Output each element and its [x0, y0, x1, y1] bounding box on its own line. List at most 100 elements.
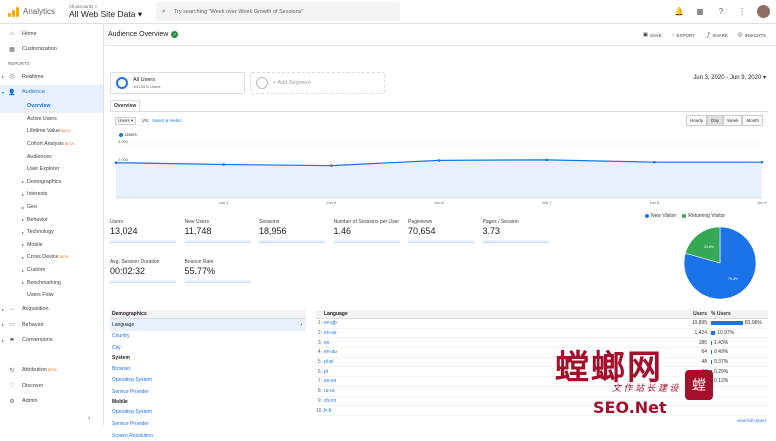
caret-right-icon: ▸	[22, 191, 25, 197]
sidebar-item-user-explorer[interactable]: User Explorer	[0, 163, 103, 176]
language-link[interactable]: zh-cn	[324, 398, 664, 404]
language-link[interactable]: pl	[324, 369, 664, 375]
apps-grid-icon[interactable]: ▦	[694, 6, 706, 18]
dimension-language[interactable]: Language ›	[110, 319, 306, 331]
person-icon: 👤	[8, 89, 16, 96]
users-line-chart: 3,0002,0001,000Jun 4Jun 5Jun 6Jun 7Jun 8…	[114, 139, 768, 205]
sidebar-item-audiences[interactable]: Audiences	[0, 150, 103, 163]
sidebar-item-realtime[interactable]: ▸ ◷ Realtime	[0, 69, 103, 85]
sidebar-item-behavior[interactable]: ▸ ▭ Behavior	[0, 317, 103, 333]
demographics-header: Demographics	[110, 310, 306, 319]
language-link[interactable]: pl-pl	[324, 359, 664, 365]
acquisition-icon: →	[9, 306, 15, 313]
analytics-logo[interactable]: Analytics	[8, 6, 55, 17]
y-tick-label: 3,000	[118, 139, 129, 144]
language-link[interactable]: ru-ru	[324, 388, 664, 394]
export-button[interactable]: ↓ EXPORT	[672, 31, 695, 39]
sidebar-item-active-users[interactable]: Active Users	[0, 113, 103, 126]
language-link[interactable]: en-au	[324, 349, 664, 355]
home-icon: ⌂	[10, 30, 14, 37]
language-link[interactable]: fr-fr	[324, 408, 664, 414]
table-row: 5. pl-pl 48 0.37%	[316, 358, 768, 368]
dimension-browser[interactable]: Browser	[110, 363, 306, 375]
account-selector[interactable]: All accounts > All Web Site Data ▾	[69, 4, 142, 20]
collapse-sidebar-icon[interactable]: ‹	[88, 415, 90, 422]
dimension-mobile-sp[interactable]: Service Provider	[110, 418, 306, 430]
metric-pages-session: Pages / Session 3.73	[482, 219, 553, 256]
sidebar-item-cohort-analysis[interactable]: Cohort Analysis BETA	[0, 138, 103, 151]
dimension-service-provider[interactable]: Service Provider	[110, 386, 306, 398]
chart-legend: Users	[119, 132, 137, 137]
language-table: Language Users % Users 1. en-gb 10,895 83.9…	[316, 310, 768, 416]
granularity-day[interactable]: Day	[707, 115, 724, 126]
x-tick-label: Jun 5	[326, 200, 337, 205]
tab-overview[interactable]: Overview	[110, 100, 141, 111]
select-metric-link[interactable]: Select a metric	[152, 118, 182, 123]
granularity-hourly[interactable]: Hourly	[686, 115, 708, 126]
language-link[interactable]: en-us	[324, 330, 664, 336]
language-link[interactable]: en-gb	[324, 320, 664, 326]
sidebar-item-users-flow[interactable]: Users Flow	[0, 289, 103, 302]
help-icon[interactable]: ?	[715, 6, 727, 18]
granularity-week[interactable]: Week	[723, 115, 743, 126]
pct-bar	[711, 350, 712, 355]
table-row: 6. pl 37 0.29%	[316, 367, 768, 378]
sidebar-item-custom[interactable]: ▸ Custom	[0, 264, 103, 277]
metric-bounce-rate: Bounce Rate 55.77%	[184, 259, 255, 296]
table-header: Language Users % Users	[316, 310, 768, 319]
caret-right-icon: ▸	[22, 217, 25, 223]
pct-bar	[711, 360, 712, 365]
sidebar-item-admin[interactable]: ⚙ Admin	[0, 394, 104, 410]
sidebar-item-cross-device[interactable]: ▸ Cross Device BETA	[0, 251, 103, 264]
sidebar-item-benchmarking[interactable]: ▸ Benchmarking	[0, 276, 103, 289]
sidebar-item-home[interactable]: ⌂ Home	[0, 26, 103, 42]
save-button[interactable]: ▣ SAVE	[643, 31, 662, 39]
dimension-city[interactable]: City	[110, 342, 306, 354]
language-link[interactable]: es-es	[324, 378, 664, 384]
sidebar-item-mobile[interactable]: ▸ Mobile	[0, 239, 103, 252]
avatar[interactable]	[757, 5, 770, 18]
sidebar-item-demographics[interactable]: ▸ Demographics	[0, 176, 103, 189]
sidebar-item-technology[interactable]: ▸ Technology	[0, 226, 103, 239]
sidebar-item-geo[interactable]: ▸ Geo	[0, 201, 103, 214]
page-title: Audience Overview	[108, 31, 169, 38]
notifications-icon[interactable]: 🔔	[673, 6, 685, 18]
dimension-operating-system[interactable]: Operating System	[110, 374, 306, 386]
more-options-icon[interactable]: ⋮	[736, 6, 748, 18]
caret-right-icon: ▸	[22, 204, 25, 210]
metric-select[interactable]: Users ▾	[115, 117, 137, 125]
date-range-picker[interactable]: Jun 3, 2020 - Jun 9, 2020 ▾	[693, 74, 766, 81]
dimension-mobile-os[interactable]: Operating System	[110, 407, 306, 419]
dimension-country[interactable]: Country	[110, 331, 306, 343]
search-icon: ⌕	[162, 7, 166, 15]
gear-icon: ⚙	[9, 398, 15, 405]
sidebar-item-overview[interactable]: Overview	[0, 100, 103, 113]
sidebar-item-customization[interactable]: ▦ Customization	[0, 42, 103, 58]
caret-right-icon: ▸	[22, 242, 25, 248]
search-input[interactable]: ⌕ Try searching "Week over Week Growth o…	[156, 2, 400, 21]
sidebar-item-interests[interactable]: ▸ Interests	[0, 188, 103, 201]
segment-all-users[interactable]: All Users 100.00% Users	[110, 72, 245, 94]
sidebar-item-attribution[interactable]: ↻ Attribution BETA	[0, 363, 104, 379]
granularity-month[interactable]: Month	[742, 115, 763, 126]
analytics-logo-icon	[8, 6, 19, 17]
add-segment-button[interactable]: + Add Segment	[250, 72, 385, 94]
line-chart-panel: Users ▾ VS. Select a metric Hourly Day W…	[110, 112, 768, 209]
x-tick-label: Jun 8	[649, 200, 660, 205]
share-icon: ⤴	[704, 33, 711, 39]
sidebar-item-audience[interactable]: ▾ 👤 Audience	[0, 84, 103, 100]
sidebar-item-discover[interactable]: ♡ Discover	[0, 378, 104, 394]
sidebar-item-conversions[interactable]: ▸ ⚑ Conversions	[0, 333, 103, 349]
share-button[interactable]: ⤴ SHARE	[704, 31, 728, 40]
view-full-report-link[interactable]: view full report	[737, 418, 766, 423]
sidebar-item-lifetime-value[interactable]: Lifetime Value BETA	[0, 125, 103, 138]
language-link[interactable]: es	[324, 340, 664, 346]
x-tick-label: Jun 7	[542, 200, 553, 205]
dimension-screen-resolution[interactable]: Screen Resolution	[110, 430, 306, 441]
sidebar-item-acquisition[interactable]: ▸ → Acquisition	[0, 302, 103, 318]
caret-right-icon: ▸	[22, 229, 25, 235]
sidebar-item-behavior-sub[interactable]: ▸ Behavior	[0, 213, 103, 226]
data-point	[330, 164, 333, 167]
customization-icon: ▦	[9, 46, 15, 53]
insights-button[interactable]: ◎ INSIGHTS	[738, 31, 766, 39]
